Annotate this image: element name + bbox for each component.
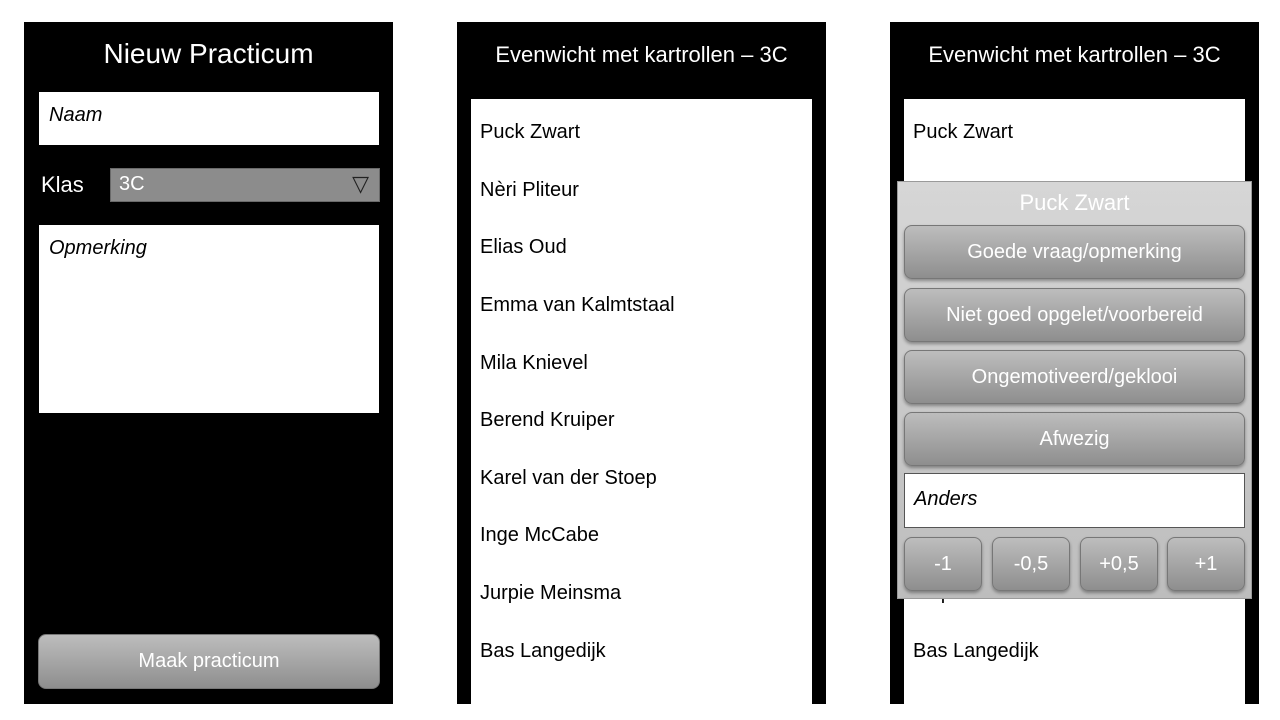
option-button[interactable]: Afwezig — [904, 412, 1245, 466]
list-item[interactable]: Jurpie Meinsma — [480, 582, 621, 605]
klas-label: Klas — [41, 172, 84, 197]
maak-practicum-button[interactable]: Maak practicum — [38, 634, 380, 689]
list-item[interactable]: Mila Knievel — [480, 352, 588, 375]
list-item[interactable]: Inge McCabe — [480, 524, 599, 547]
list-item[interactable]: Karel van der Stoep — [480, 467, 657, 490]
opmerking-textarea[interactable]: Opmerking — [39, 225, 379, 413]
list-item[interactable]: Berend Kruiper — [480, 409, 615, 432]
practicum-title: Evenwicht met kartrollen – 3C — [928, 42, 1221, 67]
new-practicum-screen: Nieuw Practicum Naam Klas 3C ▽ Opmerking… — [24, 22, 393, 704]
list-item[interactable]: Bas Langedijk — [913, 640, 1039, 663]
practicum-title: Evenwicht met kartrollen – 3C — [495, 42, 788, 67]
option-button[interactable]: Goede vraag/opmerking — [904, 225, 1245, 279]
naam-input[interactable]: Naam — [39, 92, 379, 145]
list-item[interactable]: Bas Langedijk — [480, 640, 606, 663]
list-item[interactable]: Emma van Kalmtstaal — [480, 294, 675, 317]
page-title: Nieuw Practicum — [103, 38, 314, 69]
popup-title: Puck Zwart — [1019, 190, 1130, 215]
student-list-screen: Evenwicht met kartrollen – 3C Puck Zwart… — [457, 22, 826, 704]
score-plus-1-button[interactable]: +1 — [1167, 537, 1245, 591]
option-button[interactable]: Ongemotiveerd/geklooi — [904, 350, 1245, 404]
list-item[interactable]: Elias Oud — [480, 236, 567, 259]
score-plus-half-button[interactable]: +0,5 — [1080, 537, 1158, 591]
student-list: Puck Zwart Nèri Pliteur Elias Oud Emma v… — [471, 99, 812, 704]
list-item[interactable]: Puck Zwart — [913, 121, 1013, 144]
student-feedback-popup: Puck Zwart Goede vraag/opmerking Niet go… — [897, 181, 1252, 599]
score-minus-half-button[interactable]: -0,5 — [992, 537, 1070, 591]
anders-input[interactable]: Anders — [904, 473, 1245, 528]
list-item[interactable]: Puck Zwart — [480, 121, 580, 144]
list-item[interactable]: Nèri Pliteur — [480, 179, 579, 202]
option-button[interactable]: Niet goed opgelet/voorbereid — [904, 288, 1245, 342]
klas-value: 3C — [119, 173, 145, 195]
triangle-down-icon: ▽ — [352, 171, 369, 196]
score-minus-1-button[interactable]: -1 — [904, 537, 982, 591]
klas-select[interactable]: 3C ▽ — [110, 168, 380, 202]
